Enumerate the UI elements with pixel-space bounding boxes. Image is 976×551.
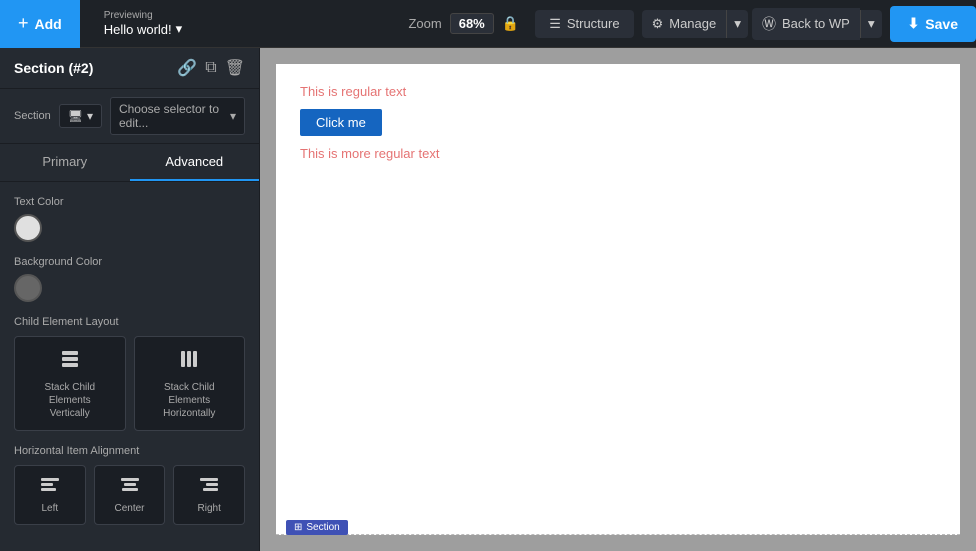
text-color-label: Text Color [14, 196, 245, 208]
chevron-down-icon: ▾ [230, 109, 236, 123]
topbar: + Add Previewing Hello world! ▾ Zoom 68%… [0, 0, 976, 48]
save-icon: ⬇ [908, 15, 920, 32]
add-button[interactable]: + Add [0, 0, 80, 48]
back-to-wp-button[interactable]: Ⓦ Back to WP [752, 8, 860, 40]
stack-vertical-icon [58, 347, 82, 377]
zoom-label: Zoom [408, 16, 441, 31]
tab-advanced-label: Advanced [165, 154, 223, 169]
selector-dropdown[interactable]: Choose selector to edit... ▾ [110, 97, 245, 135]
layout-vertical[interactable]: Stack Child ElementsVertically [14, 336, 126, 431]
align-options: Left Center [14, 465, 245, 525]
manage-icon: ⚙ [652, 16, 664, 32]
save-label: Save [925, 16, 958, 32]
chevron-down-icon: ▾ [176, 21, 183, 37]
wp-logo-icon: Ⓦ [762, 14, 776, 34]
zoom-section: Zoom 68% 🔒 [392, 13, 535, 34]
align-right-label: Right [198, 503, 221, 514]
structure-button[interactable]: ☰ Structure [535, 10, 633, 38]
layout-vertical-label: Stack Child ElementsVertically [33, 381, 107, 420]
chevron-down-icon: ▾ [868, 16, 875, 31]
desktop-icon: 🖥 [68, 109, 83, 123]
lock-icon[interactable]: 🔒 [502, 15, 519, 32]
plus-icon: + [18, 13, 29, 34]
stack-horizontal-icon [177, 347, 201, 377]
section-label: Section [14, 110, 51, 122]
layout-options: Stack Child ElementsVertically Stack Chi… [14, 336, 245, 431]
align-center-label: Center [115, 503, 145, 514]
back-to-wp-label: Back to WP [782, 16, 850, 31]
regular-text: This is regular text [300, 84, 936, 99]
section-title: Section (#2) [14, 60, 93, 76]
zoom-value[interactable]: 68% [450, 13, 494, 34]
align-center[interactable]: Center [94, 465, 166, 525]
left-panel: Section (#2) 🔗 ⧉ 🗑 Section 🖥 ▾ Choose se… [0, 48, 260, 551]
align-left-icon [39, 476, 61, 499]
canvas-content: This is regular text Click me This is mo… [276, 64, 960, 191]
tab-primary[interactable]: Primary [0, 144, 130, 181]
preview-select[interactable]: Hello world! ▾ [104, 21, 182, 37]
chevron-down-icon: ▾ [87, 109, 93, 123]
canvas-area: This is regular text Click me This is mo… [260, 48, 976, 551]
bg-color-swatch[interactable] [14, 274, 42, 302]
main-content: Section (#2) 🔗 ⧉ 🗑 Section 🖥 ▾ Choose se… [0, 48, 976, 551]
back-to-wp-section: Ⓦ Back to WP ▾ [752, 8, 882, 40]
bg-color-label: Background Color [14, 256, 245, 268]
copy-icon-button[interactable]: ⧉ [205, 59, 216, 77]
structure-label: Structure [567, 16, 620, 31]
child-layout-label: Child Element Layout [14, 316, 245, 328]
manage-button[interactable]: ⚙ Manage [642, 10, 727, 38]
device-select[interactable]: 🖥 ▾ [59, 104, 102, 128]
save-button[interactable]: ⬇ Save [890, 6, 976, 42]
back-to-wp-dropdown-button[interactable]: ▾ [860, 10, 882, 38]
selector-placeholder: Choose selector to edit... [119, 102, 230, 130]
structure-icon: ☰ [549, 16, 561, 32]
section-badge-label: Section [306, 522, 339, 533]
manage-label: Manage [669, 16, 716, 31]
align-center-icon [119, 476, 141, 499]
alignment-section: Horizontal Item Alignment Left [14, 445, 245, 525]
preview-section: Previewing Hello world! ▾ [90, 10, 196, 37]
layout-horizontal[interactable]: Stack Child ElementsHorizontally [134, 336, 246, 431]
canvas-inner: This is regular text Click me This is mo… [276, 64, 960, 535]
section-header: Section (#2) 🔗 ⧉ 🗑 [0, 48, 259, 89]
preview-value: Hello world! [104, 22, 172, 37]
text-color-swatch[interactable] [14, 214, 42, 242]
delete-icon-button[interactable]: 🗑 [225, 58, 245, 78]
chevron-down-icon: ▾ [734, 16, 741, 31]
layout-horizontal-label: Stack Child ElementsHorizontally [153, 381, 227, 420]
add-label: Add [35, 16, 62, 32]
tab-primary-label: Primary [42, 154, 87, 169]
manage-dropdown-button[interactable]: ▾ [726, 10, 748, 38]
more-regular-text: This is more regular text [300, 146, 936, 161]
tab-advanced[interactable]: Advanced [130, 144, 260, 181]
manage-section: ⚙ Manage ▾ [642, 10, 748, 38]
link-icon-button[interactable]: 🔗 [177, 58, 197, 78]
tab-row: Primary Advanced [0, 144, 259, 182]
align-right-icon [198, 476, 220, 499]
section-badge-icon: ⊞ [294, 522, 302, 533]
align-left[interactable]: Left [14, 465, 86, 525]
panel-content: Text Color Background Color Child Elemen… [0, 182, 259, 551]
section-icons: 🔗 ⧉ 🗑 [177, 58, 245, 78]
section-badge[interactable]: ⊞ Section [286, 520, 348, 535]
h-align-label: Horizontal Item Alignment [14, 445, 245, 457]
selector-row: Section 🖥 ▾ Choose selector to edit... ▾ [0, 89, 259, 144]
section-divider [276, 534, 960, 535]
align-left-label: Left [41, 503, 58, 514]
previewing-label: Previewing [104, 10, 182, 21]
align-right[interactable]: Right [173, 465, 245, 525]
click-me-button[interactable]: Click me [300, 109, 382, 136]
